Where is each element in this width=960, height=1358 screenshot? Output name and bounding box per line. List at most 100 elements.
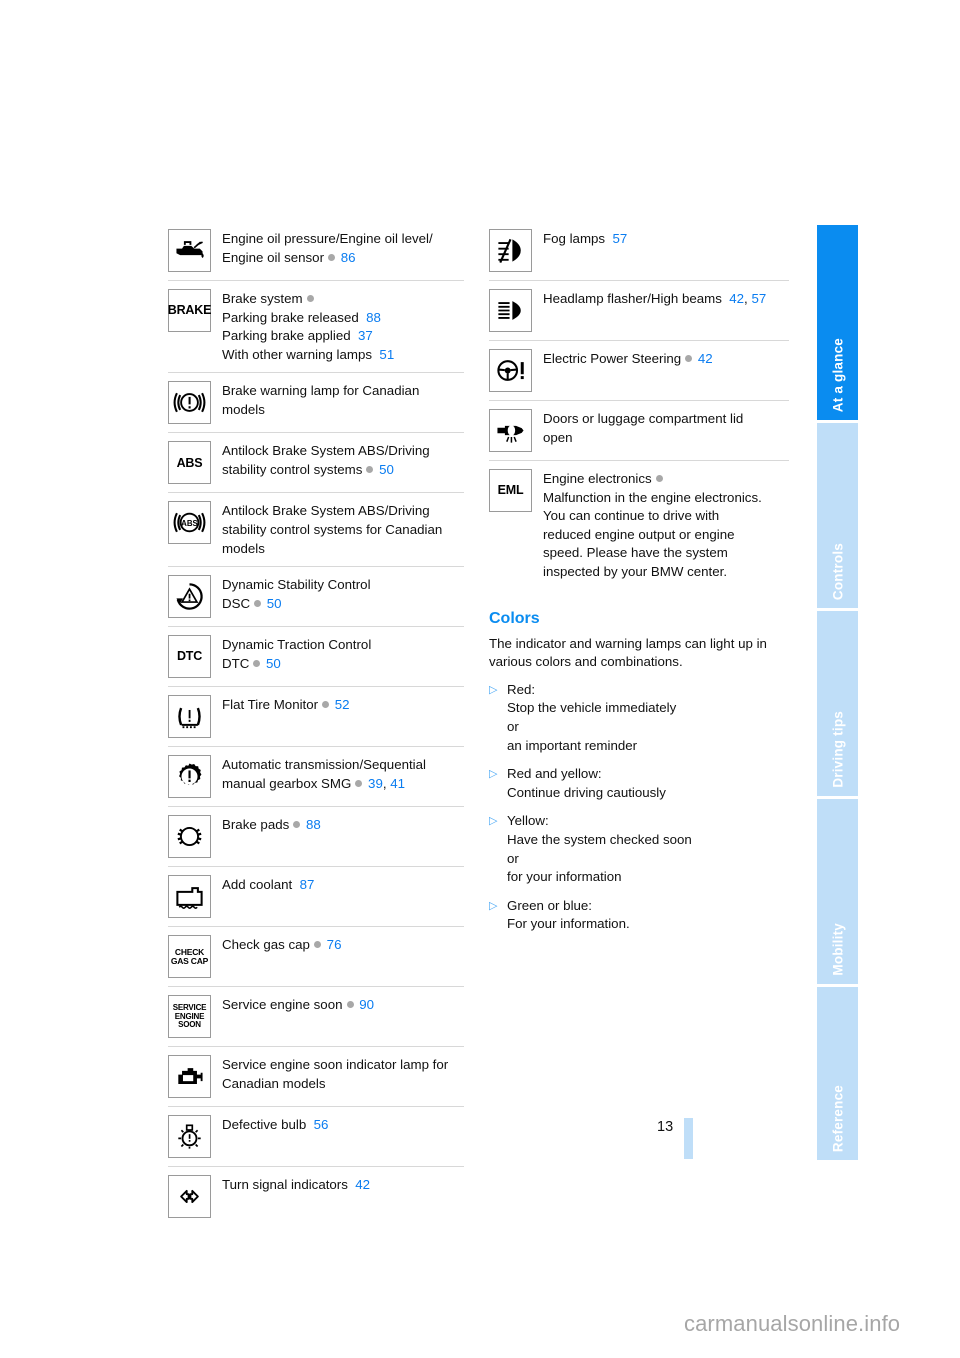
- row-line: Service engine soon indicator lamp for: [222, 1057, 449, 1073]
- table-row: ABS Antilock Brake System ABS/Driving st…: [168, 492, 464, 566]
- page-ref[interactable]: 57: [612, 231, 627, 246]
- sidebar-tab-driving-tips[interactable]: Driving tips: [817, 611, 858, 796]
- row-text: Add coolant 87: [222, 875, 464, 895]
- table-row: Defective bulb 56: [168, 1106, 464, 1166]
- turn-signal-indicators-icon: [168, 1175, 211, 1219]
- list-line: For your information.: [507, 916, 630, 932]
- list-item-text: Yellow: Have the system checked soon or …: [507, 812, 789, 886]
- transmission-gear-warning-icon: [168, 755, 211, 799]
- list-line: Continue driving cautiously: [507, 784, 666, 800]
- row-text: Brake pads 88: [222, 815, 464, 835]
- check-gas-cap-icon: CHECK GAS CAP: [168, 935, 211, 979]
- row-line: Dynamic Traction Control: [222, 637, 372, 653]
- row-line: Headlamp flasher/High beams: [543, 291, 722, 306]
- brake-pads-icon: [168, 815, 211, 859]
- page-ref[interactable]: 90: [359, 997, 374, 1012]
- manual-page: At a glance Controls Driving tips Mobili…: [0, 0, 960, 1358]
- list-item: ▷ Red: Stop the vehicle immediately or a…: [489, 681, 789, 755]
- sidebar-tab-label: Mobility: [830, 923, 845, 976]
- row-text: Dynamic Traction Control DTC 50: [222, 635, 464, 673]
- page-ref[interactable]: 76: [327, 937, 342, 952]
- page-ref[interactable]: 52: [335, 697, 350, 712]
- row-line: manual gearbox SMG: [222, 775, 352, 791]
- table-row: Headlamp flasher/High beams 42, 57: [489, 280, 789, 340]
- row-line: Doors or luggage compartment lid: [543, 411, 744, 426]
- row-line: Electric Power Steering: [543, 351, 682, 366]
- page-ref[interactable]: 42: [698, 351, 713, 366]
- row-line: Engine oil pressure/Engine oil level/: [222, 231, 433, 246]
- row-line: With other warning lamps: [222, 346, 373, 362]
- brake-warning-canadian-icon: [168, 381, 211, 425]
- page-ref[interactable]: 56: [314, 1117, 329, 1132]
- row-text: Automatic transmission/Sequential manual…: [222, 755, 464, 793]
- page-ref[interactable]: 88: [306, 817, 321, 832]
- sidebar-tab-label: Controls: [830, 542, 845, 600]
- table-row: BRAKE Brake system Parking brake release…: [168, 280, 464, 372]
- row-line: Automatic transmission/Sequential: [222, 757, 426, 773]
- high-beams-icon: [489, 289, 532, 332]
- row-line: models: [222, 540, 265, 556]
- sidebar-tab-controls[interactable]: Controls: [817, 423, 858, 608]
- row-line: models: [222, 401, 265, 417]
- row-line: Malfunction in the engine electronics.: [543, 489, 762, 505]
- table-row: Automatic transmission/Sequential manual…: [168, 746, 464, 806]
- row-text: Doors or luggage compartment lid open: [543, 409, 789, 447]
- triangle-bullet-icon: ▷: [489, 683, 498, 696]
- page-ref[interactable]: 50: [267, 596, 282, 611]
- page-number: 13: [657, 1119, 674, 1135]
- sidebar-tab-at-a-glance[interactable]: At a glance: [817, 225, 858, 420]
- table-row: ABS Antilock Brake System ABS/Driving st…: [168, 432, 464, 492]
- page-ref[interactable]: 50: [379, 462, 394, 477]
- doors-luggage-open-icon: [489, 409, 532, 452]
- table-row: Brake warning lamp for Canadian models: [168, 372, 464, 432]
- list-line: Green or blue:: [507, 897, 593, 913]
- eml-text-icon: EML: [489, 469, 532, 512]
- page-ref[interactable]: 57: [751, 291, 766, 306]
- list-line: or: [507, 850, 519, 866]
- dsc-icon: [168, 575, 211, 619]
- row-text: Headlamp flasher/High beams 42, 57: [543, 291, 767, 306]
- sidebar-tab-label: At a glance: [830, 337, 845, 412]
- list-line: Red and yellow:: [507, 766, 602, 782]
- page-ref[interactable]: 86: [341, 250, 356, 265]
- flat-tire-monitor-icon: [168, 695, 211, 739]
- row-line: Parking brake applied: [222, 328, 351, 344]
- gray-dot-icon: [313, 941, 321, 949]
- page-number-marker: [684, 1118, 693, 1159]
- table-row: Brake pads 88: [168, 806, 464, 866]
- page-ref[interactable]: 51: [379, 347, 394, 362]
- table-row: Fog lamps 57: [489, 225, 789, 280]
- list-line: an important reminder: [507, 737, 638, 753]
- row-line: You can continue to drive with: [543, 508, 720, 524]
- list-line: Yellow:: [507, 813, 549, 829]
- table-row: EML Engine electronics Malfunction in th…: [489, 460, 789, 590]
- section-tab-strip: At a glance Controls Driving tips Mobili…: [817, 225, 858, 1160]
- list-line: Red:: [507, 681, 536, 697]
- row-text: Service engine soon indicator lamp for C…: [222, 1055, 464, 1093]
- defective-bulb-icon: [168, 1115, 211, 1159]
- row-text: Brake system Parking brake released 88 P…: [222, 289, 464, 364]
- row-text: Engine oil pressure/Engine oil level/ En…: [222, 229, 464, 267]
- page-ref[interactable]: 88: [366, 310, 381, 325]
- gray-dot-icon: [253, 659, 261, 667]
- site-watermark: carmanualsonline.info: [684, 1311, 901, 1336]
- table-row: CHECK GAS CAP Check gas cap 76: [168, 926, 464, 986]
- page-ref[interactable]: 87: [300, 877, 315, 892]
- row-text: Service engine soon 90: [222, 995, 464, 1015]
- page-ref[interactable]: 37: [358, 328, 373, 343]
- page-ref[interactable]: 50: [266, 656, 281, 671]
- sidebar-tab-mobility[interactable]: Mobility: [817, 799, 858, 984]
- row-line: Turn signal indicators: [222, 1177, 348, 1193]
- row-line: Engine oil sensor: [222, 249, 325, 265]
- page-ref[interactable]: 42: [729, 291, 744, 306]
- page-ref[interactable]: 39: [368, 776, 383, 791]
- page-ref[interactable]: 42: [355, 1177, 370, 1192]
- list-line: Stop the vehicle immediately: [507, 700, 677, 716]
- sidebar-tab-reference[interactable]: Reference: [817, 987, 858, 1160]
- page-ref[interactable]: 41: [390, 776, 405, 791]
- list-item: ▷ Red and yellow: Continue driving cauti…: [489, 765, 789, 802]
- triangle-bullet-icon: ▷: [489, 815, 498, 828]
- list-line: for your information: [507, 869, 622, 885]
- section-intro-text: The indicator and warning lamps can ligh…: [489, 635, 767, 670]
- row-line: Check gas cap: [222, 937, 310, 953]
